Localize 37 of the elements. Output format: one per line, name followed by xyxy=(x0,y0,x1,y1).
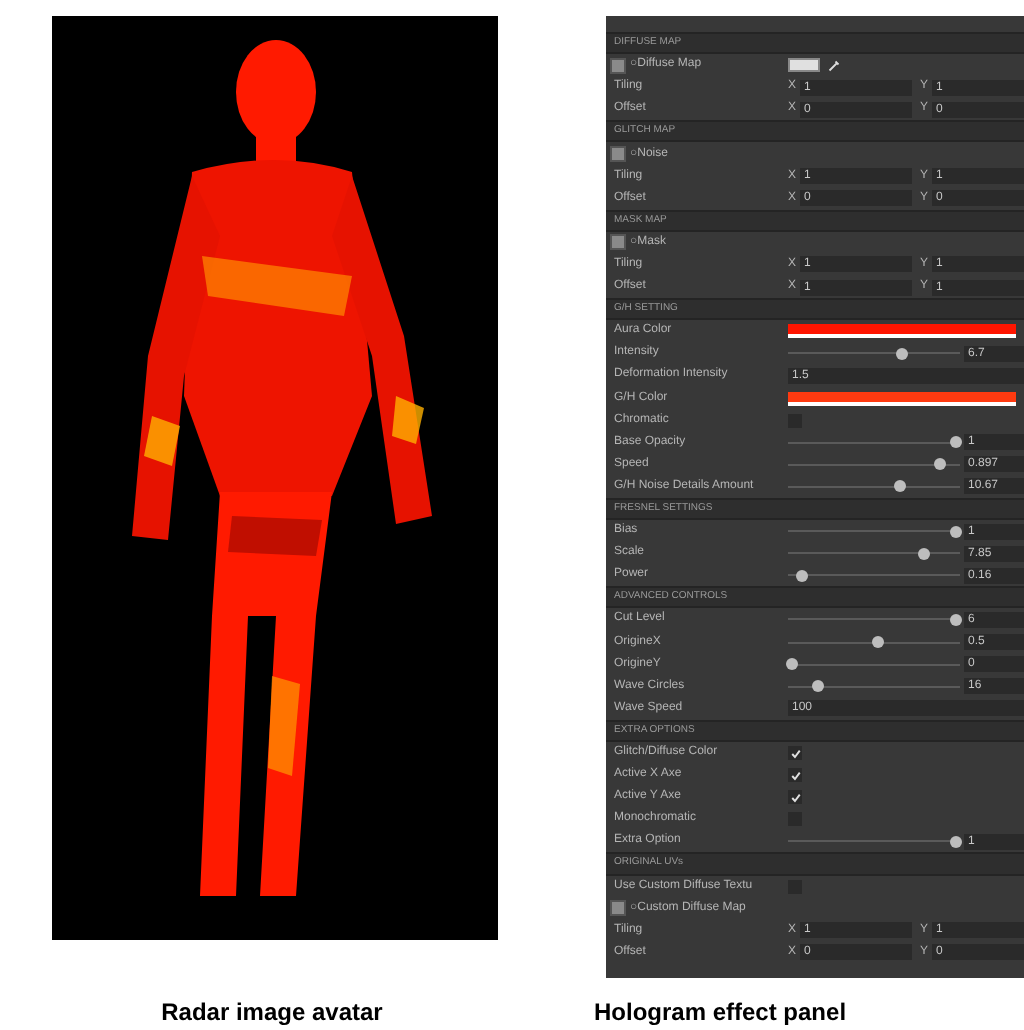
color-swatch[interactable] xyxy=(788,324,1016,339)
slider-thumb[interactable] xyxy=(895,347,908,360)
slider-thumb[interactable] xyxy=(950,525,963,538)
slider-track[interactable] xyxy=(788,569,960,582)
slider-thumb[interactable] xyxy=(785,658,798,671)
slider-track[interactable] xyxy=(788,347,960,360)
slider-track[interactable] xyxy=(788,835,960,848)
slider-thumb[interactable] xyxy=(871,636,884,649)
texture-thumbnail[interactable] xyxy=(610,146,626,163)
slider-track[interactable] xyxy=(788,680,960,693)
checkbox[interactable] xyxy=(788,790,802,805)
checkbox[interactable] xyxy=(788,768,802,783)
slider-thumb[interactable] xyxy=(917,547,930,560)
slider-thumb[interactable] xyxy=(950,436,963,449)
slider-thumb[interactable] xyxy=(950,835,963,848)
slider-track[interactable] xyxy=(788,458,960,471)
hdr-swatch[interactable] xyxy=(788,58,820,73)
slider-thumb[interactable] xyxy=(933,458,946,471)
slider-track[interactable] xyxy=(788,658,960,671)
slider-track[interactable] xyxy=(788,547,960,560)
figure-caption: Hologram effect panel xyxy=(594,996,849,1030)
slider-thumb[interactable] xyxy=(795,569,808,582)
color-swatch[interactable] xyxy=(788,391,1016,406)
slider-track[interactable] xyxy=(788,636,960,649)
texture-thumbnail[interactable] xyxy=(610,57,626,74)
slider-track[interactable] xyxy=(788,480,960,493)
texture-thumbnail[interactable] xyxy=(610,900,626,917)
eyedropper-icon[interactable] xyxy=(828,59,840,72)
texture-thumbnail[interactable] xyxy=(610,234,626,251)
slider-track[interactable] xyxy=(788,613,960,626)
slider-track[interactable] xyxy=(788,436,960,449)
slider-thumb[interactable] xyxy=(893,480,906,493)
figure-caption: Radar image avatar xyxy=(161,996,383,1030)
checkbox[interactable] xyxy=(788,746,802,761)
slider-thumb[interactable] xyxy=(950,613,963,626)
slider-thumb[interactable] xyxy=(812,680,825,693)
slider-track[interactable] xyxy=(788,525,960,538)
